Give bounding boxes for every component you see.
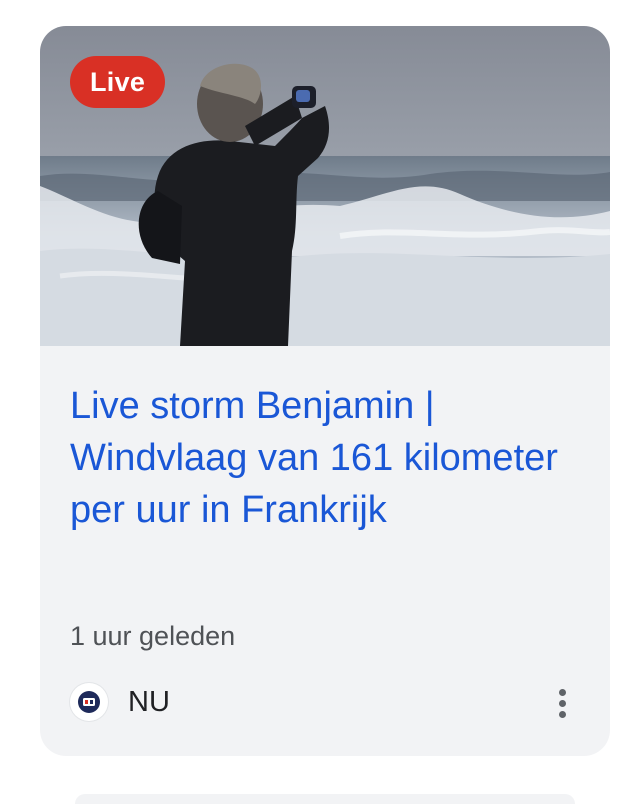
news-headline[interactable]: Live storm Benjamin | Windvlaag van 161 … <box>70 380 580 536</box>
live-badge: Live <box>70 56 166 108</box>
source-name: NU <box>128 686 170 718</box>
dot <box>558 688 566 696</box>
news-card[interactable]: Live Live storm Benjamin | Windvlaag van… <box>40 26 610 756</box>
dot <box>558 710 566 718</box>
more-vert-icon[interactable] <box>544 681 580 725</box>
source-logo-icon <box>70 683 108 721</box>
published-time: 1 uur geleden <box>70 621 236 651</box>
source-row: NU <box>70 681 580 725</box>
next-card-edge <box>75 794 575 804</box>
dot <box>558 699 566 707</box>
news-thumbnail[interactable]: Live <box>40 26 610 346</box>
